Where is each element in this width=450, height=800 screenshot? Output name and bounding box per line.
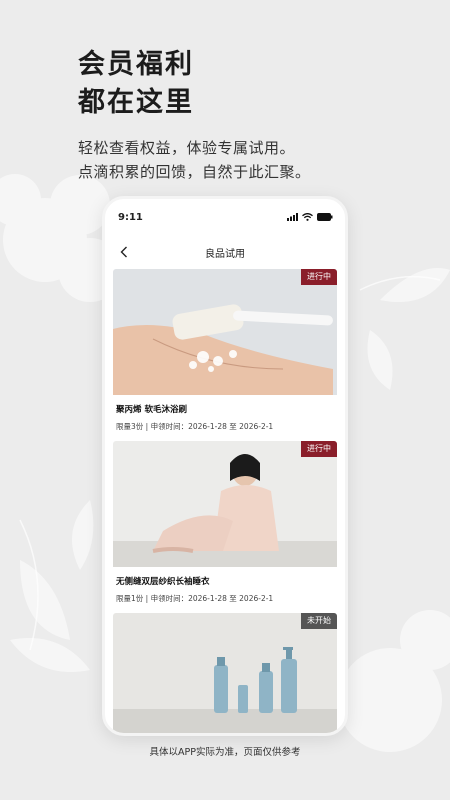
status-bar: 9:11 [105,199,345,235]
product-image-bath-brush: 进行中 [113,269,337,395]
status-icons [287,213,333,221]
back-chevron-icon [120,246,127,258]
card-title: 无侧缝双层纱织长袖睡衣 [116,577,210,587]
trial-card[interactable]: 未开始 [113,613,337,733]
headline-line-2: 都在这里 [78,87,194,118]
subline: 轻松查看权益，体验专属试用。 点滴积累的回馈，自然于此汇聚。 [78,136,311,184]
nav-title: 良品试用 [205,248,245,260]
card-meta: 限量1份 | 申领时间：2026-1-28 至 2026-2-1 [116,594,274,603]
card-meta: 限量3份 | 申领时间：2026-1-28 至 2026-2-1 [116,422,274,431]
back-button[interactable] [115,243,133,261]
product-image-skincare-bottles: 未开始 [113,613,337,733]
headline: 会员福利 都在这里 [78,46,194,122]
trial-card[interactable]: 进行中 聚丙烯 软毛沐浴刷 限量3份 | 申领时间：2026-1-28 至 20… [113,269,337,432]
subline-line-2: 点滴积累的回馈，自然于此汇聚。 [78,163,311,181]
card-title: 聚丙烯 软毛沐浴刷 [116,405,187,415]
phone-mockup: 9:11 良品试用 进行中 聚丙烯 软毛沐浴刷 限量3份 | 申领时间：2026… [102,196,348,736]
status-time: 9:11 [118,211,143,223]
product-image-pajamas: 进行中 [113,441,337,567]
subline-line-1: 轻松查看权益，体验专属试用。 [78,139,296,157]
wifi-icon [302,213,313,221]
battery-icon [317,213,333,221]
status-badge: 进行中 [301,269,337,285]
status-badge: 未开始 [301,613,337,629]
nav-bar: 良品试用 [105,235,345,269]
status-badge: 进行中 [301,441,337,457]
headline-line-1: 会员福利 [78,49,194,80]
signal-icon [287,213,298,221]
trial-card[interactable]: 进行中 无侧缝双层纱织长袖睡衣 限量1份 | 申领时间：2026-1-28 至 … [113,441,337,604]
footer-disclaimer: 具体以APP实际为准，页面仅供参考 [149,747,301,758]
